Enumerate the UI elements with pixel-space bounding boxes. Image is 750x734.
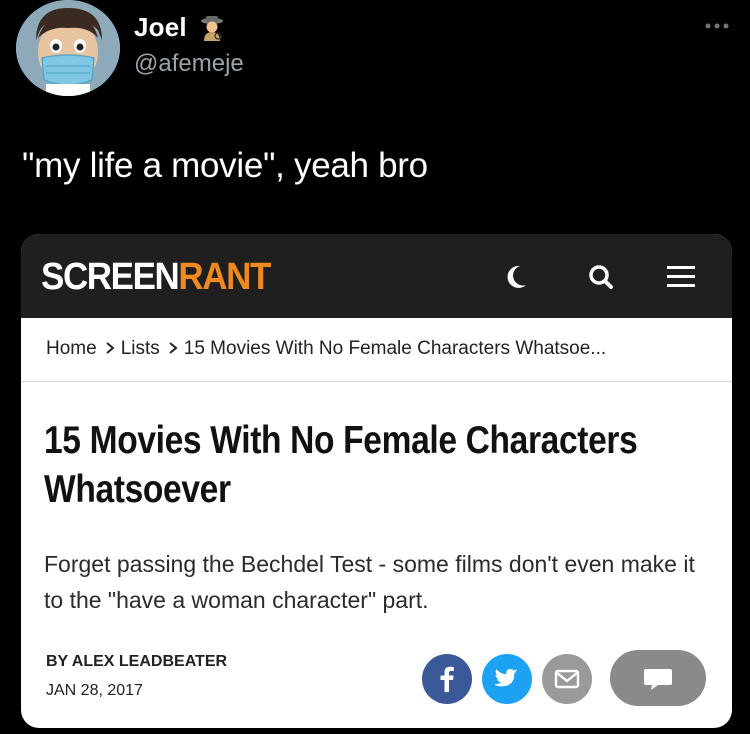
search-icon[interactable] (584, 260, 618, 294)
tweet-screenshot: Joel @afemeje "my life a movie", yeah br… (0, 0, 750, 734)
user-handle[interactable]: @afemeje (134, 50, 244, 78)
article-screenshot-card: SCREENRANT Home Lists 15 Movies With No Fe… (21, 234, 732, 728)
email-icon (554, 669, 580, 689)
article-headline: 15 Movies With No Female Characters What… (44, 419, 638, 511)
tweet-text: "my life a movie", yeah bro (22, 146, 428, 185)
breadcrumb-current: 15 Movies With No Female Characters What… (183, 338, 607, 359)
publish-date: JAN 28, 2017 (46, 682, 143, 699)
facebook-icon (440, 666, 454, 692)
moon-icon[interactable] (500, 260, 534, 294)
breadcrumb-home[interactable]: Home (46, 338, 97, 359)
masked-anime-avatar-icon (16, 0, 120, 96)
breadcrumb: Home Lists 15 Movies With No Female Charac… (46, 338, 606, 360)
twitter-icon (494, 669, 518, 687)
comments-button[interactable] (610, 650, 706, 706)
avatar[interactable] (16, 0, 120, 96)
chevron-right-icon (169, 342, 178, 354)
logo-part-screen: SCREEN (41, 256, 180, 298)
logo-part-rant: RANT (178, 256, 271, 298)
divider (21, 381, 732, 382)
twitter-share-button[interactable] (482, 654, 532, 704)
author-byline[interactable]: BY ALEX LEADBEATER (46, 653, 227, 671)
chevron-right-icon (106, 342, 115, 354)
email-share-button[interactable] (542, 654, 592, 704)
article-subheading: Forget passing the Bechdel Test - some f… (44, 551, 695, 613)
facebook-share-button[interactable] (422, 654, 472, 704)
display-name[interactable]: Joel (134, 12, 187, 43)
detective-emoji-icon (201, 16, 223, 41)
more-options-icon[interactable] (704, 22, 730, 30)
menu-icon[interactable] (664, 260, 698, 294)
screenrant-logo[interactable]: SCREENRANT (41, 256, 271, 299)
breadcrumb-lists[interactable]: Lists (121, 338, 160, 359)
site-header: SCREENRANT (21, 234, 732, 318)
comment-icon (644, 669, 672, 690)
